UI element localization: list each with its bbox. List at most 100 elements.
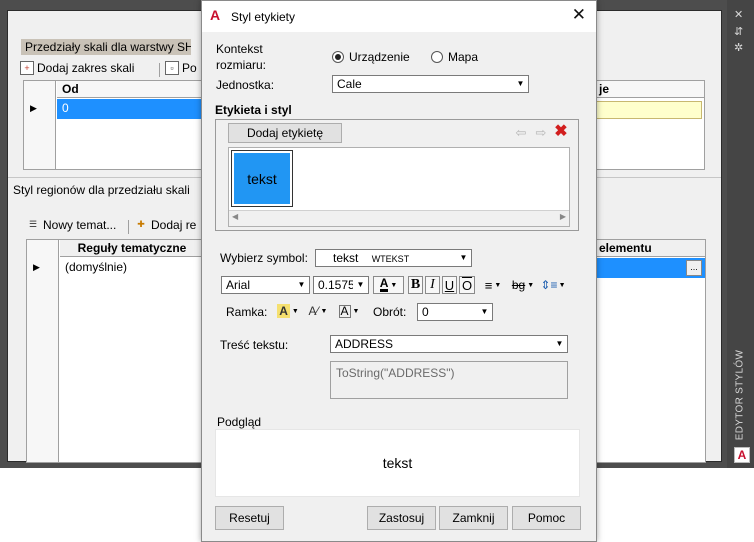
pin-icon[interactable]: ⇵ — [734, 26, 743, 38]
new-theme-button[interactable]: ☰ Nowy temat... — [26, 218, 116, 232]
preview-text: tekst — [382, 455, 413, 471]
frame-style-button[interactable]: A ▼ — [274, 302, 302, 320]
radio-map-label: Mapa — [448, 50, 479, 64]
row-selector[interactable]: ▶ — [24, 99, 57, 119]
help-button[interactable]: Pomoc — [512, 506, 581, 530]
app-logo-icon: A — [210, 7, 221, 23]
font-size-value: 0.1575 — [318, 278, 355, 292]
align-center-icon: ≡ — [484, 277, 493, 293]
text-content-label: Treść tekstu: — [220, 338, 289, 352]
dialog-titlebar: A Styl etykiety ✕ — [202, 1, 596, 32]
chevron-down-icon: ▼ — [294, 277, 309, 293]
scroll-right-icon[interactable]: ▶ — [560, 212, 566, 221]
radio-device-label: Urządzenie — [349, 50, 410, 64]
delete-icon[interactable]: ✖ — [552, 123, 570, 141]
frame-label: Ramka: — [226, 305, 268, 319]
line-spacing-button[interactable]: ⇕≡ ▼ — [539, 276, 567, 294]
gear-icon[interactable]: ✲ — [734, 42, 743, 54]
rotation-select[interactable]: 0 ▼ — [417, 303, 493, 321]
default-rule-cell[interactable]: (domyślnie) — [60, 258, 204, 278]
unit-value: Cale — [337, 77, 362, 91]
frame-fill-button[interactable]: A⁄ ▼ — [303, 302, 333, 320]
element-ellipsis-button[interactable]: ... — [686, 260, 702, 276]
chevron-down-icon: ▼ — [353, 277, 368, 293]
chevron-down-icon: ▼ — [558, 281, 566, 289]
label-and-style-heading: Etykieta i styl — [215, 103, 292, 117]
symbol-select[interactable]: tekst WTEKST ▼ — [315, 249, 472, 267]
text-content-select[interactable]: ADDRESS ▼ — [330, 335, 568, 353]
scale-range-grid: Od ▶ 0 — [23, 80, 203, 170]
theme-grid-right: elementu ... — [593, 239, 706, 463]
region-style-title: Styl regionów dla przedziału skali — [13, 183, 190, 197]
po-button[interactable]: ▫ Po — [165, 61, 197, 75]
scale-grid-right: je — [593, 80, 705, 170]
font-value: Arial — [226, 278, 251, 292]
theme-icon: ☰ — [28, 219, 38, 229]
rules-header: Reguły tematyczne — [60, 240, 204, 257]
bold-button[interactable]: B — [408, 276, 423, 294]
font-size-select[interactable]: 0.1575 ▼ — [313, 276, 369, 294]
theme-grid: Reguły tematyczne ▶ (domyślnie) — [26, 239, 204, 463]
close-button[interactable]: ✕ — [572, 5, 586, 25]
align-button[interactable]: ≡ ▼ — [479, 276, 507, 294]
rotation-value: 0 — [422, 305, 429, 319]
label-item[interactable]: tekst — [231, 150, 293, 207]
preview-label: Podgląd — [217, 415, 262, 429]
unit-label: Jednostka: — [216, 78, 275, 92]
frame-icon: A — [277, 304, 290, 318]
style-editor-label: EDYTOR STYLÓW — [734, 349, 746, 441]
radio-map[interactable]: Mapa — [431, 50, 478, 64]
unit-select[interactable]: Cale ▼ — [332, 75, 529, 93]
add-scale-range-button[interactable]: + Dodaj zakres skali — [20, 61, 134, 75]
add-rule-label: Dodaj re — [151, 218, 197, 232]
add-rule-button[interactable]: ✚ Dodaj re — [134, 218, 196, 232]
preview-area: tekst — [215, 429, 580, 497]
chevron-down-icon: ▼ — [390, 281, 398, 289]
arrow-right-icon[interactable]: ⇨ — [532, 124, 550, 142]
font-color-icon: A — [379, 276, 389, 292]
theme-row-arrow-icon: ▶ — [33, 262, 40, 272]
chevron-down-icon: ▼ — [352, 307, 360, 315]
add-scale-range-label: Dodaj zakres skali — [37, 61, 135, 75]
page-icon: ▫ — [165, 61, 179, 75]
add-label-button[interactable]: Dodaj etykietę — [228, 123, 342, 143]
expression-field[interactable]: ToString("ADDRESS") — [330, 361, 568, 399]
autocad-logo-icon: A — [734, 447, 750, 463]
chevron-down-icon: ▼ — [527, 281, 535, 289]
add-rule-icon: ✚ — [137, 219, 145, 229]
theme-row-selector[interactable]: ▶ — [27, 258, 60, 278]
po-label: Po — [182, 61, 197, 75]
apply-button[interactable]: Zastosuj — [367, 506, 436, 530]
row-selector-column — [24, 81, 56, 169]
overline-button[interactable]: O — [459, 276, 475, 294]
scale-grid-cell[interactable] — [596, 101, 702, 119]
label-list: tekst ◀ ▶ — [228, 147, 570, 227]
toolbar-divider — [159, 63, 160, 77]
close-icon[interactable]: ✕ — [734, 9, 743, 21]
label-list-scrollbar[interactable]: ◀ ▶ — [229, 210, 569, 226]
radio-device[interactable]: Urządzenie — [332, 50, 410, 64]
label-style-dialog: A Styl etykiety ✕ Kontekst rozmiaru: Urz… — [201, 0, 597, 542]
radio-map-dot — [431, 51, 443, 63]
row-arrow-icon: ▶ — [30, 103, 37, 113]
bg-icon: bg — [511, 278, 526, 292]
chevron-down-icon: ▼ — [552, 336, 567, 352]
scale-ranges-title: Przedziały skali dla warstwy SHP_ — [21, 39, 191, 55]
col-partial-header: je — [594, 81, 704, 98]
toolbar-divider-2 — [128, 220, 129, 234]
font-color-button[interactable]: A ▼ — [373, 276, 404, 294]
chevron-down-icon: ▼ — [513, 76, 528, 92]
italic-button[interactable]: I — [425, 276, 440, 294]
font-select[interactable]: Arial ▼ — [221, 276, 310, 294]
underline-button[interactable]: U — [442, 276, 457, 294]
scale-row-value[interactable]: 0 — [57, 99, 203, 119]
chevron-down-icon: ▼ — [494, 281, 502, 289]
reset-button[interactable]: Resetuj — [215, 506, 284, 530]
close-dialog-button[interactable]: Zamknij — [439, 506, 508, 530]
frame-border-button[interactable]: A ▼ — [334, 302, 364, 320]
chevron-down-icon: ▼ — [477, 304, 492, 320]
arrow-left-icon[interactable]: ⇦ — [512, 124, 530, 142]
scroll-left-icon[interactable]: ◀ — [232, 212, 238, 221]
label-item-sample: tekst — [234, 153, 290, 204]
background-button[interactable]: bg ▼ — [509, 276, 537, 294]
